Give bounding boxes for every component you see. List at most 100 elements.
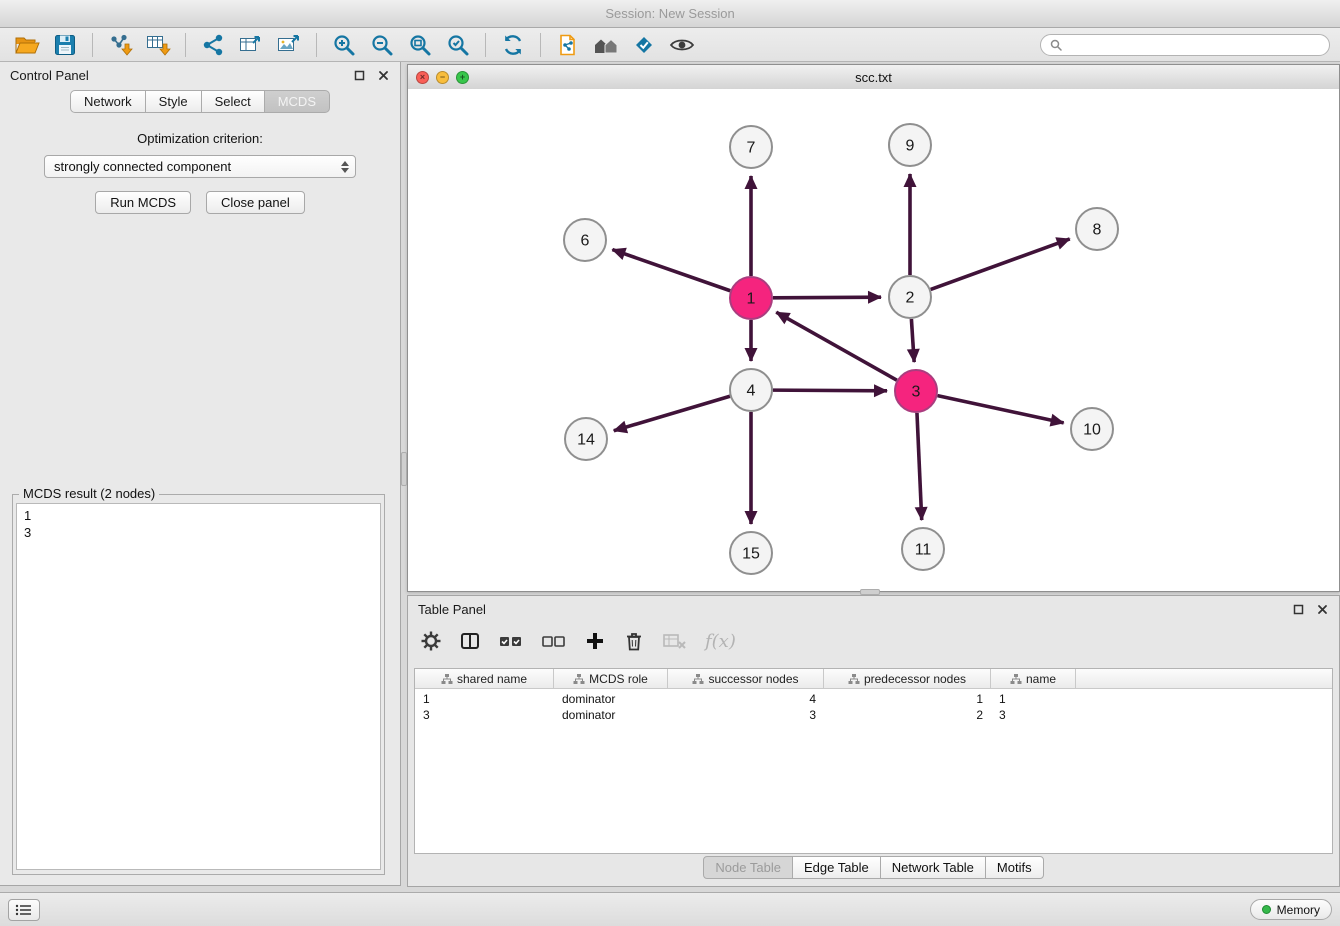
new-network-button[interactable] (194, 30, 232, 60)
graph-node-label: 2 (906, 290, 915, 307)
show-panels-button[interactable] (8, 899, 40, 921)
network-window: × − + scc.txt 7968124314101511 (407, 64, 1340, 592)
window-minimize-button[interactable]: − (436, 71, 449, 84)
graph-edge-3-11[interactable] (917, 413, 922, 520)
graph-edge-4-14[interactable] (614, 396, 730, 430)
column-header-shared-name[interactable]: shared name (415, 669, 554, 689)
close-panel-button[interactable]: Close panel (206, 191, 305, 214)
toolbar-separator (485, 33, 486, 57)
network-canvas[interactable]: 7968124314101511 (408, 89, 1339, 591)
table-panel-float-button[interactable] (1291, 602, 1305, 616)
graph-edge-1-6[interactable] (612, 250, 730, 291)
save-session-button[interactable] (46, 30, 84, 60)
show-columns-icon (459, 630, 481, 652)
memory-label: Memory (1277, 903, 1320, 917)
zoom-selected-button[interactable] (439, 30, 477, 60)
column-header-successor-nodes[interactable]: successor nodes (668, 669, 824, 689)
zoom-fit-icon (408, 33, 432, 57)
import-network-button[interactable] (101, 30, 139, 60)
first-neighbors-icon (593, 33, 619, 57)
main-toolbar-icons (8, 30, 701, 60)
table-settings-icon (420, 630, 442, 652)
delete-table-button (662, 628, 688, 654)
graph-edge-3-10[interactable] (938, 396, 1064, 423)
vertical-splitter-handle[interactable] (401, 452, 407, 486)
table-header-row: shared nameMCDS role successor nodes prede… (415, 669, 1332, 689)
close-icon (378, 70, 389, 81)
column-header-predecessor-nodes[interactable]: predecessor nodes (824, 669, 991, 689)
table-cell: 3 (668, 708, 824, 722)
window-zoom-button[interactable]: + (456, 71, 469, 84)
table-panel-title: Table Panel (418, 602, 1281, 617)
zoom-out-button[interactable] (363, 30, 401, 60)
tab-network-table[interactable]: Network Table (880, 856, 986, 879)
select-all-icon (498, 630, 524, 652)
sort-icon (848, 673, 860, 685)
column-header-name[interactable]: name (991, 669, 1076, 689)
zoom-in-button[interactable] (325, 30, 363, 60)
control-panel-float-button[interactable] (352, 68, 366, 82)
toolbar-separator (540, 33, 541, 57)
delete-row-button[interactable] (623, 628, 645, 654)
graph-edge-2-8[interactable] (931, 239, 1070, 290)
optimization-criterion-label: Optimization criterion: (0, 131, 400, 146)
column-header-MCDS-role[interactable]: MCDS role (554, 669, 668, 689)
tab-select[interactable]: Select (201, 90, 265, 113)
export-image-button[interactable] (270, 30, 308, 60)
search-box[interactable] (1040, 34, 1330, 56)
mcds-result-box: MCDS result (2 nodes) 13 (12, 494, 385, 875)
control-panel-close-button[interactable] (376, 68, 390, 82)
search-input[interactable] (1067, 37, 1320, 53)
sort-icon (441, 673, 453, 685)
optimization-criterion-select[interactable]: strongly connected component (44, 155, 356, 178)
column-header-label: name (1026, 672, 1056, 686)
tab-mcds[interactable]: MCDS (264, 90, 330, 113)
graph-edge-3-1[interactable] (776, 312, 897, 380)
zoom-fit-button[interactable] (401, 30, 439, 60)
refresh-button[interactable] (494, 30, 532, 60)
export-image-icon (276, 33, 302, 57)
memory-button[interactable]: Memory (1250, 899, 1332, 920)
graph-node-label: 6 (581, 233, 590, 250)
export-table-button[interactable] (232, 30, 270, 60)
memory-indicator-icon (1262, 905, 1271, 914)
tab-node-table[interactable]: Node Table (703, 856, 793, 879)
style-paint-icon (632, 33, 656, 57)
deselect-all-button[interactable] (541, 628, 567, 654)
function-builder-icon: f(x) (705, 631, 736, 652)
first-neighbors-button[interactable] (587, 30, 625, 60)
show-hide-button[interactable] (663, 30, 701, 60)
tab-edge-table[interactable]: Edge Table (792, 856, 881, 879)
table-row[interactable]: 1dominator411 (415, 691, 1332, 707)
tab-motifs[interactable]: Motifs (985, 856, 1044, 879)
mcds-result-list[interactable]: 13 (16, 503, 381, 870)
graph-edge-2-3[interactable] (911, 319, 914, 362)
select-all-button[interactable] (498, 628, 524, 654)
graph-edge-4-3[interactable] (773, 390, 887, 391)
open-file-icon (14, 33, 40, 57)
table-row[interactable]: 3dominator323 (415, 707, 1332, 723)
import-table-icon (145, 33, 171, 57)
run-mcds-button[interactable]: Run MCDS (95, 191, 191, 214)
open-file-button[interactable] (8, 30, 46, 60)
tab-network[interactable]: Network (70, 90, 146, 113)
table-panel-close-button[interactable] (1315, 602, 1329, 616)
table-cell: 2 (824, 708, 991, 722)
import-table-button[interactable] (139, 30, 177, 60)
graph-edge-1-2[interactable] (773, 297, 881, 298)
column-header-label: successor nodes (708, 672, 798, 686)
graph-node-label: 8 (1093, 222, 1102, 239)
network-document-button[interactable] (549, 30, 587, 60)
float-window-icon (354, 70, 365, 81)
table-tabs: Node TableEdge TableNetwork TableMotifs (408, 856, 1339, 879)
window-close-button[interactable]: × (416, 71, 429, 84)
tab-style[interactable]: Style (145, 90, 202, 113)
zoom-in-icon (332, 33, 356, 57)
add-row-button[interactable] (584, 628, 606, 654)
style-paint-button[interactable] (625, 30, 663, 60)
table-settings-button[interactable] (420, 628, 442, 654)
toolbar-separator (316, 33, 317, 57)
sort-icon (1010, 673, 1022, 685)
show-columns-button[interactable] (459, 628, 481, 654)
control-panel: Control Panel NetworkStyleSelectMCDS Opt… (0, 62, 401, 886)
